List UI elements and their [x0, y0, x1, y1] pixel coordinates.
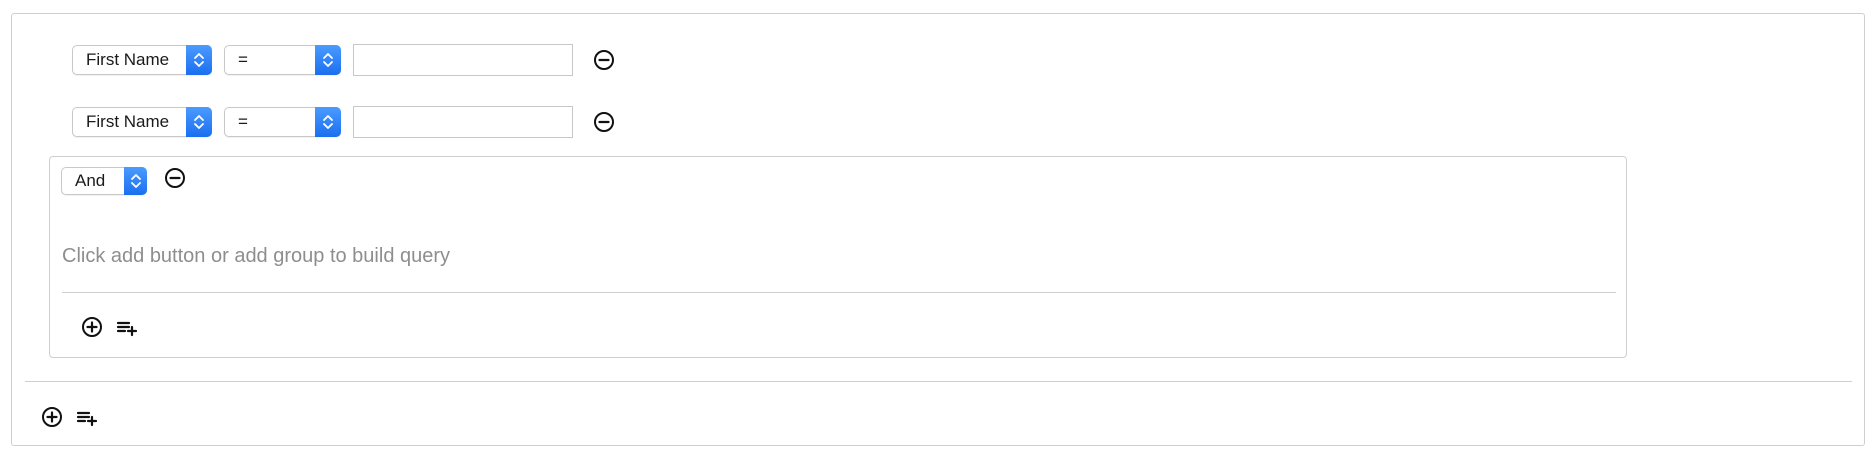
divider	[25, 381, 1852, 382]
combinator-select-label: And	[75, 171, 106, 190]
plus-circle-icon	[82, 317, 102, 337]
add-group-button[interactable]	[75, 404, 101, 430]
query-builder: First Name = First Name = And Click add …	[11, 13, 1865, 446]
combinator-select[interactable]: And	[61, 167, 147, 195]
operator-select-label: =	[238, 112, 248, 131]
plus-circle-icon	[42, 407, 62, 427]
field-select-label: First Name	[86, 112, 170, 131]
operator-select-label: =	[238, 50, 248, 69]
operator-select[interactable]: =	[224, 107, 341, 137]
rule-row: First Name =	[72, 106, 617, 138]
chevron-up-down-icon	[186, 45, 212, 75]
empty-group-message: Click add button or add group to build q…	[62, 245, 451, 267]
field-select[interactable]: First Name	[72, 45, 212, 75]
playlist-add-icon	[116, 321, 138, 337]
group-actions	[79, 314, 141, 340]
chevron-up-down-icon	[315, 107, 341, 137]
chevron-up-down-icon	[124, 167, 147, 195]
value-input[interactable]	[353, 106, 573, 138]
add-rule-button[interactable]	[79, 314, 105, 340]
minus-circle-icon	[594, 50, 614, 70]
rule-group: And Click add button or add group to bui…	[49, 156, 1627, 358]
operator-select[interactable]: =	[224, 45, 341, 75]
add-rule-button[interactable]	[39, 404, 65, 430]
add-group-button[interactable]	[115, 314, 141, 340]
rule-row: First Name =	[72, 44, 617, 76]
value-input[interactable]	[353, 44, 573, 76]
group-header: And	[61, 167, 188, 195]
playlist-add-icon	[76, 411, 98, 427]
field-select-label: First Name	[86, 50, 170, 69]
divider	[62, 292, 1616, 293]
minus-circle-icon	[165, 168, 185, 188]
minus-circle-icon	[594, 112, 614, 132]
field-select[interactable]: First Name	[72, 107, 212, 137]
remove-rule-button[interactable]	[591, 47, 617, 73]
root-actions	[39, 404, 101, 430]
chevron-up-down-icon	[186, 107, 212, 137]
remove-rule-button[interactable]	[591, 109, 617, 135]
chevron-up-down-icon	[315, 45, 341, 75]
remove-group-button[interactable]	[162, 165, 188, 191]
